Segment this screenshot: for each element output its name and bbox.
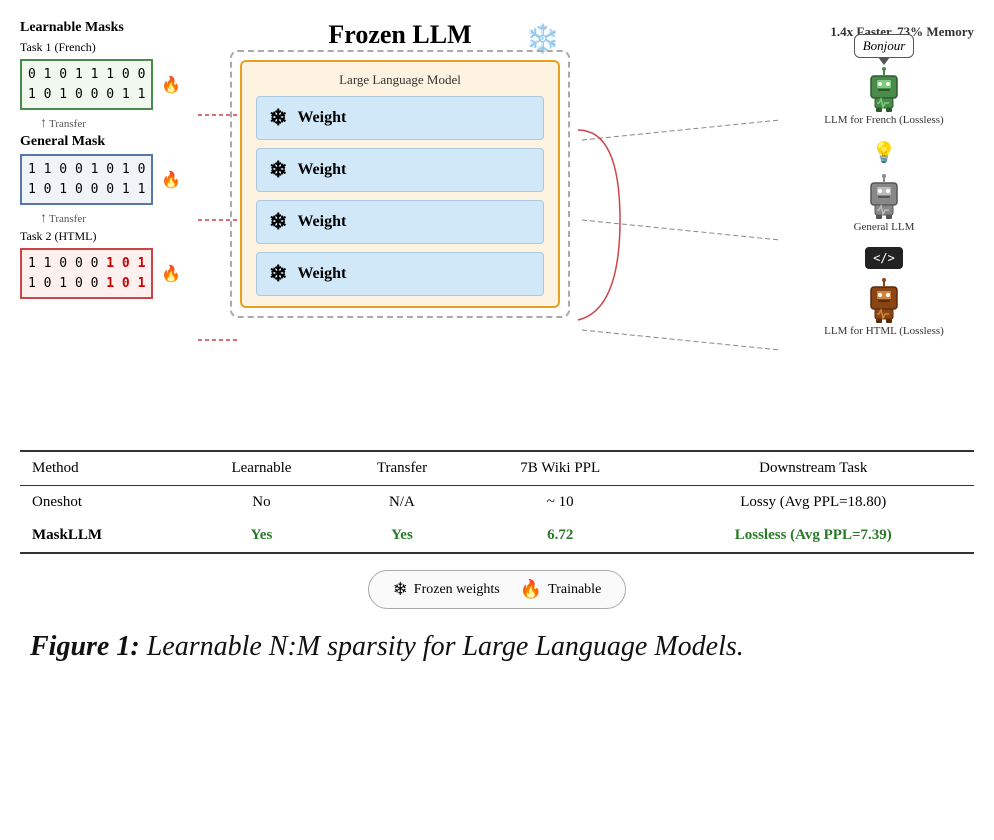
task2-r1-red: 1 0 1 — [106, 256, 145, 271]
center-llm: Frozen LLM ❄️ Large Language Model ❄ Wei… — [230, 20, 570, 318]
masks-title: Learnable Masks — [20, 20, 220, 36]
html-robot-svg — [859, 273, 909, 323]
lightbulb-icon: 💡 — [872, 140, 897, 165]
html-robot-label: LLM for HTML (Lossless) — [824, 325, 944, 337]
maskllm-row: MaskLLM Yes Yes 6.72 Lossless (Avg PPL=7… — [20, 519, 974, 552]
general-row1: 1 1 0 0 1 0 1 0 — [28, 160, 145, 180]
caption-text: Learnable N:M sparsity for Large Languag… — [140, 631, 744, 662]
frozen-icon: ❄ — [393, 579, 408, 600]
weight-row-1: ❄ Weight — [256, 96, 544, 140]
general-row2: 1 0 1 0 0 0 1 1 — [28, 180, 145, 200]
weight-row-3: ❄ Weight — [256, 200, 544, 244]
general-robot-label: General LLM — [854, 221, 915, 233]
oneshot-row: Oneshot No N/A ~ 10 Lossy (Avg PPL=18.80… — [20, 486, 974, 520]
code-box: </> — [865, 247, 903, 269]
task2-flame-icon: 🔥 — [161, 264, 181, 284]
oneshot-learnable: No — [187, 486, 336, 520]
main-container: Learnable Masks Task 1 (French) 0 1 0 1 … — [20, 20, 974, 665]
general-mask-box: 1 1 0 0 1 0 1 0 1 0 1 0 0 0 1 1 — [20, 154, 153, 205]
maskllm-downstream: Lossless (Avg PPL=7.39) — [653, 519, 974, 552]
french-robot-label: LLM for French (Lossless) — [824, 114, 943, 126]
results-table: Method Learnable Transfer 7B Wiki PPL Do… — [20, 452, 974, 552]
th-learnable: Learnable — [187, 452, 336, 486]
maskllm-method: MaskLLM — [20, 519, 187, 552]
trainable-label: Trainable — [548, 582, 601, 598]
weight-label-2: Weight — [297, 161, 346, 179]
task2-r2-red: 1 0 1 — [106, 276, 145, 291]
task1-row1: 0 1 0 1 1 1 0 0 — [28, 65, 145, 85]
snowflake-icon-4: ❄ — [269, 261, 287, 287]
task1-mask-box: 0 1 0 1 1 1 0 0 1 0 1 0 0 0 1 1 — [20, 59, 153, 110]
frozen-legend-item: ❄ Frozen weights — [393, 579, 500, 600]
task2-group: Task 2 (HTML) 1 1 0 0 0 1 0 1 1 0 1 0 0 … — [20, 229, 220, 299]
task2-row2: 1 0 1 0 0 1 0 1 — [28, 274, 145, 294]
task2-label: Task 2 (HTML) — [20, 229, 220, 244]
general-robot-svg — [859, 169, 909, 219]
llm-outer-box: Large Language Model ❄ Weight ❄ Weight ❄… — [230, 50, 570, 318]
transfer1-arrow-icon: ↑ — [40, 116, 47, 132]
th-downstream: Downstream Task — [653, 452, 974, 486]
task1-group: Task 1 (French) 0 1 0 1 1 1 0 0 1 0 1 0 … — [20, 40, 220, 110]
maskllm-learnable: Yes — [187, 519, 336, 552]
trainable-legend-item: 🔥 Trainable — [520, 579, 602, 600]
html-robot-item: </> LLM for HTML (Lossless) — [794, 247, 974, 337]
weight-label-1: Weight — [297, 109, 346, 127]
legend-section: ❄ Frozen weights 🔥 Trainable — [20, 570, 974, 609]
french-robot-svg — [859, 62, 909, 112]
code-icon: </> — [873, 251, 895, 265]
figure-caption: Figure 1: Learnable N:M sparsity for Lar… — [20, 629, 974, 665]
french-robot-item: Bonjour — [794, 34, 974, 126]
snowflake-icon-3: ❄ — [269, 209, 287, 235]
french-speech-text: Bonjour — [863, 38, 906, 53]
oneshot-method: Oneshot — [20, 486, 187, 520]
oneshot-downstream: Lossy (Avg PPL=18.80) — [653, 486, 974, 520]
snowflake-icon-1: ❄ — [269, 105, 287, 131]
task1-flame-icon: 🔥 — [161, 75, 181, 95]
llm-inner-box: Large Language Model ❄ Weight ❄ Weight ❄… — [240, 60, 560, 308]
transfer1-label: ↑ Transfer — [40, 116, 220, 132]
transfer2-arrow-icon: ↑ — [40, 211, 47, 227]
general-label: General Mask — [20, 134, 220, 150]
frozen-llm-title: Frozen LLM — [328, 20, 471, 49]
right-robots: Bonjour — [794, 20, 974, 351]
diagram-section: Learnable Masks Task 1 (French) 0 1 0 1 … — [20, 20, 974, 440]
oneshot-transfer: N/A — [336, 486, 468, 520]
table-section: Method Learnable Transfer 7B Wiki PPL Do… — [20, 450, 974, 554]
oneshot-ppl: ~ 10 — [468, 486, 653, 520]
maskllm-transfer: Yes — [336, 519, 468, 552]
general-group: General Mask 1 1 0 0 1 0 1 0 1 0 1 0 0 0… — [20, 134, 220, 205]
weight-row-4: ❄ Weight — [256, 252, 544, 296]
trainable-icon: 🔥 — [520, 579, 542, 600]
frozen-label: Frozen weights — [414, 582, 500, 598]
maskllm-ppl: 6.72 — [468, 519, 653, 552]
general-flame-icon: 🔥 — [161, 170, 181, 190]
th-transfer: Transfer — [336, 452, 468, 486]
transfer2-label: ↑ Transfer — [40, 211, 220, 227]
weight-label-4: Weight — [297, 265, 346, 283]
th-method: Method — [20, 452, 187, 486]
task1-row2: 1 0 1 0 0 0 1 1 — [28, 85, 145, 105]
th-ppl: 7B Wiki PPL — [468, 452, 653, 486]
snowflake-icon-2: ❄ — [269, 157, 287, 183]
french-speech-bubble: Bonjour — [854, 34, 915, 58]
general-robot-item: 💡 General LLM — [794, 140, 974, 233]
llm-label: Large Language Model — [256, 72, 544, 88]
fig-label: Figure 1: — [30, 631, 140, 662]
task2-mask-box: 1 1 0 0 0 1 0 1 1 0 1 0 0 1 0 1 — [20, 248, 153, 299]
legend-box: ❄ Frozen weights 🔥 Trainable — [368, 570, 627, 609]
left-masks: Learnable Masks Task 1 (French) 0 1 0 1 … — [20, 20, 220, 305]
task1-label: Task 1 (French) — [20, 40, 220, 55]
weight-row-2: ❄ Weight — [256, 148, 544, 192]
task2-row1: 1 1 0 0 0 1 0 1 — [28, 254, 145, 274]
weight-label-3: Weight — [297, 213, 346, 231]
